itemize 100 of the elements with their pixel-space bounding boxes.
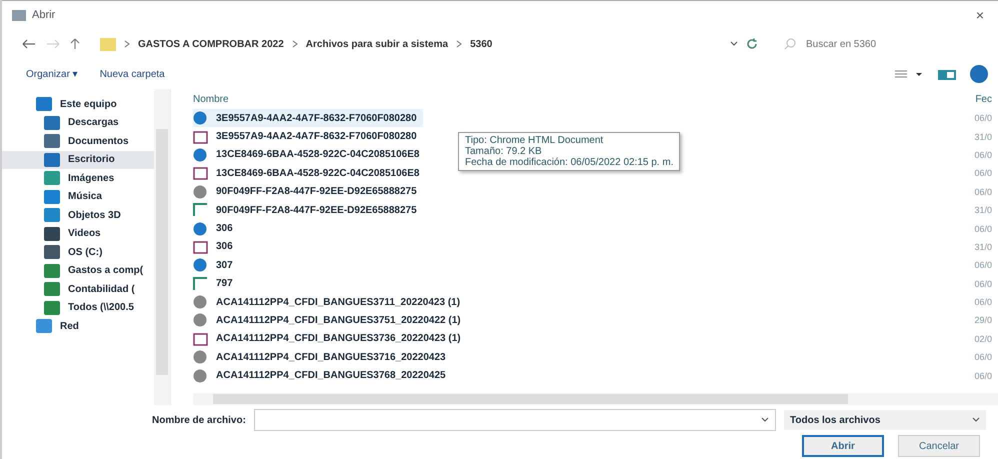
- file-icon: [193, 332, 208, 346]
- file-row[interactable]: 13CE8469-6BAA-4528-922C-04C2085106E8: [193, 164, 426, 183]
- filename-label: Nombre de archivo:: [152, 414, 246, 426]
- file-name: 90F049FF-F2A8-447F-92EE-D92E65888275: [216, 204, 417, 216]
- file-row[interactable]: ACA141112PP4_CFDI_BANGUES3736_20220423 (1): [193, 330, 467, 348]
- sidebar-item-icon: [44, 208, 60, 222]
- new-folder-button[interactable]: Nueva carpeta: [96, 66, 169, 82]
- file-name: 13CE8469-6BAA-4528-922C-04C2085106E8: [216, 168, 420, 179]
- refresh-icon[interactable]: [746, 38, 758, 50]
- file-row[interactable]: 3E9557A9-4AA2-4A7F-8632-F7060F080280: [193, 109, 423, 128]
- file-row[interactable]: 306: [193, 219, 239, 238]
- up-arrow-icon[interactable]: [70, 38, 80, 50]
- sidebar-item[interactable]: OS (C:): [2, 243, 154, 262]
- search-icon: [784, 38, 796, 50]
- scrollbar[interactable]: [193, 393, 998, 405]
- sidebar-item-icon: [44, 134, 60, 148]
- file-row[interactable]: 306: [193, 238, 239, 256]
- organize-button[interactable]: Organizar ▾: [22, 66, 82, 82]
- sidebar-item-icon: [44, 245, 60, 260]
- file-icon: [193, 148, 208, 162]
- date-cell: 06/0: [974, 370, 992, 381]
- sidebar-item[interactable]: Objetos 3D: [2, 206, 154, 224]
- file-name: ACA141112PP4_CFDI_BANGUES3768_20220425: [216, 370, 446, 382]
- breadcrumb[interactable]: 5360: [470, 38, 492, 50]
- column-header[interactable]: Nombre: [193, 94, 229, 104]
- filename-field[interactable]: [254, 409, 776, 431]
- tooltip-line: Tamaño: 79.2 KB: [465, 146, 543, 157]
- sidebar-item[interactable]: Este equipo: [2, 95, 154, 114]
- file-row[interactable]: 3E9557A9-4AA2-4A7F-8632-F7060F080280: [193, 127, 423, 146]
- file-icon: [193, 240, 208, 254]
- column-header[interactable]: Fec: [975, 94, 992, 104]
- folder-icon: [12, 9, 26, 21]
- date-cell: 06/0: [974, 150, 992, 160]
- sidebar-item-icon: [36, 97, 52, 112]
- date-cell: 06/0: [974, 224, 992, 234]
- tooltip-line: Fecha de modificación: 06/05/2022 02:15 p. m.: [465, 157, 674, 168]
- file-icon: [193, 258, 208, 272]
- date-cell: 06/0: [974, 260, 992, 270]
- file-icon: [193, 184, 208, 199]
- sidebar-item[interactable]: Escritorio: [2, 150, 154, 169]
- file-row[interactable]: ACA141112PP4_CFDI_BANGUES3751_20220422 (1): [193, 311, 467, 330]
- file-name: 797: [216, 278, 233, 290]
- cancel-button[interactable]: Cancelar: [898, 435, 980, 457]
- date-cell: 31/0: [974, 132, 992, 142]
- breadcrumb[interactable]: GASTOS A COMPROBAR 2022: [138, 38, 284, 50]
- file-icon: [193, 295, 208, 310]
- file-row[interactable]: 797: [193, 274, 239, 293]
- file-icon: [193, 111, 208, 126]
- file-name: ACA141112PP4_CFDI_BANGUES3736_20220423 (1): [216, 333, 461, 344]
- sidebar-item[interactable]: Descargas: [2, 114, 154, 132]
- file-icon: [193, 166, 208, 180]
- date-cell: 31/0: [974, 205, 992, 216]
- dropdown-caret-icon: [972, 417, 980, 423]
- file-name: 13CE8469-6BAA-4528-922C-04C2085106E8: [216, 149, 420, 160]
- folder-icon: [100, 38, 116, 50]
- file-row[interactable]: 307: [193, 256, 239, 275]
- sidebar-item-icon: [44, 171, 60, 186]
- view-options-icon[interactable]: [894, 69, 924, 79]
- sidebar-item[interactable]: Videos: [2, 224, 154, 243]
- file-type-dropdown[interactable]: Todos los archivos: [784, 410, 986, 430]
- open-button[interactable]: Abrir: [802, 435, 884, 457]
- file-name: ACA141112PP4_CFDI_BANGUES3751_20220422 (1): [216, 314, 461, 326]
- scrollbar[interactable]: [154, 89, 170, 405]
- sidebar-item-icon: [44, 116, 60, 130]
- file-row[interactable]: 90F049FF-F2A8-447F-92EE-D92E65888275: [193, 200, 423, 220]
- dropdown-caret-icon[interactable]: [730, 41, 738, 47]
- file-row[interactable]: 13CE8469-6BAA-4528-922C-04C2085106E8: [193, 146, 426, 164]
- chevron-icon: [456, 40, 462, 48]
- file-icon: [193, 130, 208, 144]
- date-cell: 06/0: [974, 168, 992, 178]
- sidebar-item[interactable]: Todos (\\200.5: [2, 298, 154, 317]
- sidebar-item[interactable]: Contabilidad (: [2, 280, 154, 298]
- file-row[interactable]: ACA141112PP4_CFDI_BANGUES3711_20220423 (1): [193, 292, 466, 312]
- breadcrumb[interactable]: Archivos para subir a sistema: [306, 38, 448, 50]
- window-title: Abrir: [32, 9, 56, 21]
- date-cell: 29/0: [974, 315, 992, 326]
- sidebar-item[interactable]: Imágenes: [2, 169, 154, 188]
- sidebar-item[interactable]: Gastos a comp(: [2, 262, 154, 280]
- file-name: 306: [216, 241, 233, 252]
- sidebar-item[interactable]: Documentos: [2, 132, 154, 150]
- sidebar-item-icon: [44, 152, 60, 167]
- sidebar-item[interactable]: Red: [2, 317, 154, 336]
- date-cell: 02/0: [974, 334, 992, 344]
- close-button[interactable]: ×: [972, 7, 988, 23]
- preview-pane-icon[interactable]: [938, 68, 956, 80]
- sidebar-item-icon: [44, 190, 60, 204]
- file-row[interactable]: 90F049FF-F2A8-447F-92EE-D92E65888275: [193, 182, 423, 201]
- file-icon: [193, 313, 208, 328]
- file-row[interactable]: ACA141112PP4_CFDI_BANGUES3768_20220425: [193, 366, 452, 385]
- file-icon: [193, 203, 208, 218]
- help-icon[interactable]: [970, 65, 988, 83]
- file-name: ACA141112PP4_CFDI_BANGUES3711_20220423 (1): [216, 296, 460, 308]
- date-cell: 06/0: [974, 297, 992, 308]
- file-row[interactable]: ACA141112PP4_CFDI_BANGUES3716_20220423: [193, 348, 452, 366]
- sidebar-item[interactable]: Música: [2, 188, 154, 206]
- back-arrow-icon[interactable]: [22, 39, 36, 49]
- file-name: 3E9557A9-4AA2-4A7F-8632-F7060F080280: [216, 131, 417, 142]
- file-name: 307: [216, 260, 233, 271]
- file-name: 306: [216, 223, 233, 234]
- address-bar[interactable]: GASTOS A COMPROBAR 2022 Archivos para subir a sistema 5360: [90, 33, 768, 55]
